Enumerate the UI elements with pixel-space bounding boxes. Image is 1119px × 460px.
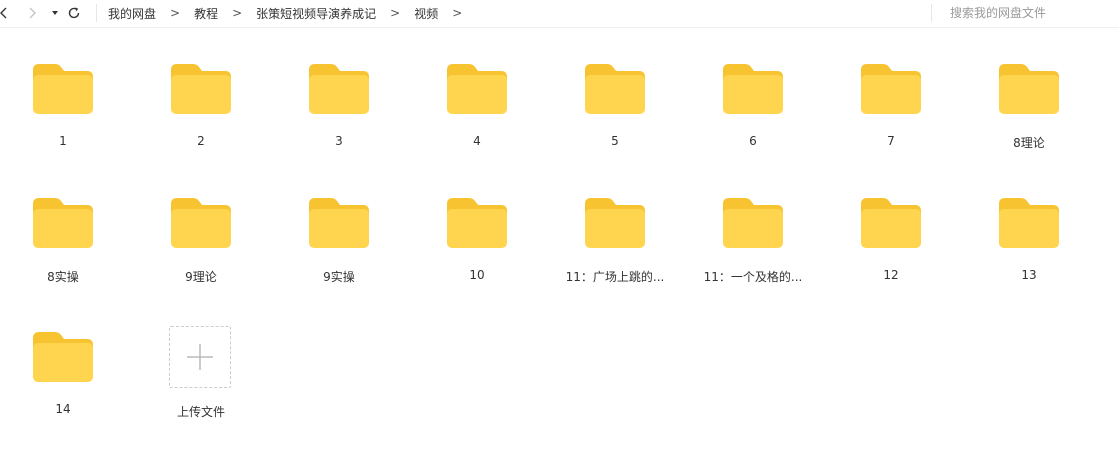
folder-icon [33,64,93,114]
folder-name: 2 [197,134,205,148]
folder-item[interactable]: 3 [276,28,414,148]
toolbar-divider [96,4,97,22]
folder-icon [171,198,231,248]
folder-icon [585,64,645,114]
folder-icon [585,198,645,248]
folder-item[interactable]: 1 [0,28,138,148]
folder-icon [309,198,369,248]
breadcrumb-item-tutorial[interactable]: 教程 [194,5,218,22]
upload-button[interactable] [169,326,231,388]
breadcrumb-separator: > [232,6,243,20]
folder-name: 8实操 [47,270,79,284]
folder-icon [723,198,783,248]
folder-icon [33,332,93,382]
back-button[interactable] [0,3,14,23]
refresh-button[interactable] [64,3,84,23]
folder-icon [309,64,369,114]
breadcrumb: 我的网盘 > 教程 > 张策短视频导演养成记 > 视频 > [108,0,462,26]
folder-item[interactable]: 9实操 [276,162,414,284]
folder-name: 6 [749,134,757,148]
folder-item[interactable]: 5 [552,28,690,148]
breadcrumb-separator: > [390,6,401,20]
forward-button[interactable] [22,3,42,23]
folder-icon [171,64,231,114]
folder-item[interactable]: 13 [966,162,1104,282]
breadcrumb-separator[interactable]: > [452,6,462,20]
breadcrumb-item-course[interactable]: 张策短视频导演养成记 [256,5,376,22]
toolbar: 我的网盘 > 教程 > 张策短视频导演养成记 > 视频 > [0,0,1119,28]
folder-item[interactable]: 12 [828,162,966,282]
caret-down-icon [52,11,58,15]
folder-item[interactable]: 9理论 [138,162,276,284]
folder-icon [999,198,1059,248]
folder-icon [999,64,1059,114]
folder-icon [447,198,507,248]
folder-icon [33,198,93,248]
breadcrumb-item-root[interactable]: 我的网盘 [108,5,156,22]
folder-name: 11：一个及格的... [703,270,803,284]
folder-name: 9理论 [185,270,217,284]
folder-item[interactable]: 7 [828,28,966,148]
breadcrumb-separator: > [170,6,181,20]
folder-name: 8理论 [1013,136,1045,150]
search-input[interactable] [950,5,1110,21]
refresh-icon [68,7,80,19]
folder-name: 7 [887,134,895,148]
chevron-left-icon [0,7,7,19]
history-dropdown-button[interactable] [45,3,65,23]
folder-name: 5 [611,134,619,148]
folder-item[interactable]: 8理论 [966,28,1104,150]
plus-icon [187,344,213,370]
search-divider [931,4,932,22]
folder-item[interactable]: 14 [0,296,138,416]
folder-name: 11：广场上跳的... [565,270,665,284]
folder-icon [723,64,783,114]
folder-item[interactable]: 4 [414,28,552,148]
folder-name: 1 [59,134,67,148]
breadcrumb-item-video[interactable]: 视频 [414,5,438,22]
folder-item[interactable]: 8实操 [0,162,138,284]
folder-item[interactable]: 11：一个及格的... [690,162,828,284]
folder-item[interactable]: 6 [690,28,828,148]
folder-name: 3 [335,134,343,148]
folder-item[interactable]: 10 [414,162,552,282]
upload-label[interactable]: 上传文件 [138,403,264,420]
folder-item[interactable]: 2 [138,28,276,148]
folder-name: 13 [1021,268,1037,282]
folder-icon [861,64,921,114]
folder-name: 12 [883,268,899,282]
folder-name: 4 [473,134,481,148]
folder-icon [447,64,507,114]
folder-item[interactable]: 11：广场上跳的... [552,162,690,284]
folder-name: 9实操 [323,270,355,284]
folder-name: 14 [55,402,71,416]
folder-name: 10 [469,268,485,282]
folder-icon [861,198,921,248]
chevron-right-icon [29,7,36,19]
